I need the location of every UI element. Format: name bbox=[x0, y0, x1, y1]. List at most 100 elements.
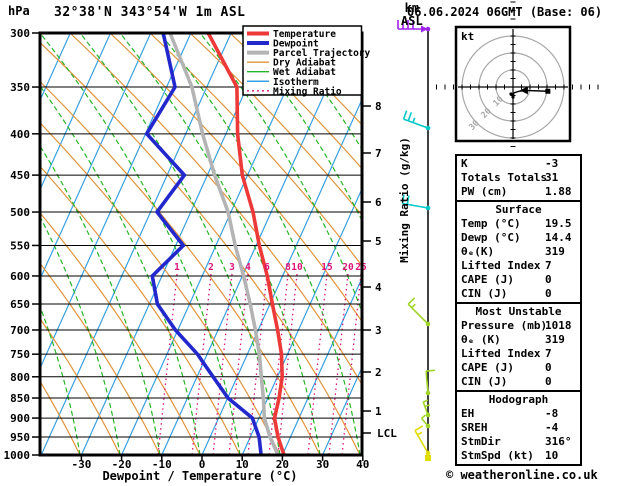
km-tick-label: 1 bbox=[375, 405, 382, 418]
indices-panel: Surface Temp (°C) 19.5 Dewp (°C) 14.4 θₑ(K) 31… bbox=[455, 200, 582, 304]
panel-row: PW (cm) 1.88 bbox=[457, 185, 580, 199]
surface-wind-marker bbox=[425, 455, 431, 461]
indices-panels: K -3 Totals Totals 31 PW (cm) 1.88 Surface Temp… bbox=[455, 154, 582, 466]
panel-row-value: -4 bbox=[545, 421, 559, 434]
panel-row: StmSpd (kt) 10 bbox=[457, 449, 580, 463]
pressure-tick-label: 650 bbox=[10, 298, 30, 311]
panel-header: Hodograph bbox=[488, 393, 549, 406]
km-asl-axis-label: km ASL bbox=[401, 2, 423, 28]
pressure-tick-label: 400 bbox=[10, 128, 30, 141]
panel-row-label: EH bbox=[461, 407, 475, 420]
km-tick-label: 6 bbox=[375, 196, 382, 209]
panel-row-label: Lifted Index bbox=[461, 347, 541, 360]
lcl-label: LCL bbox=[377, 427, 397, 440]
hodograph-plot: 102030 bbox=[427, 1, 599, 173]
panel-row: Lifted Index 7 bbox=[457, 259, 580, 273]
pressure-tick-label: 450 bbox=[10, 169, 30, 182]
panel-row-label: CIN (J) bbox=[461, 287, 508, 300]
panel-row-value: 14.4 bbox=[545, 231, 572, 244]
pressure-tick-label: 500 bbox=[10, 206, 30, 219]
panel-row-label: Totals Totals bbox=[461, 171, 548, 184]
panel-row-value: 319 bbox=[545, 333, 565, 346]
panel-row-label: K bbox=[461, 157, 468, 170]
km-tick-label: 2 bbox=[375, 366, 382, 379]
panel-row: CIN (J) 0 bbox=[457, 287, 580, 301]
panel-row-label: CIN (J) bbox=[461, 375, 508, 388]
mixing-ratio-value-label: 1 bbox=[174, 262, 180, 273]
panel-row: CAPE (J) 0 bbox=[457, 361, 580, 375]
mixing-ratio-value-label: 3 bbox=[229, 262, 235, 273]
km-tick-label: 5 bbox=[375, 235, 382, 248]
legend-item-label: Mixing Ratio bbox=[273, 86, 342, 97]
panel-row-label: StmDir bbox=[461, 435, 501, 448]
panel-row-value: 19.5 bbox=[545, 217, 572, 230]
panel-row-value: -3 bbox=[545, 157, 559, 170]
mixing-ratio-value-label: 15 bbox=[321, 262, 333, 273]
skewt-sounding-app: hPa 32°38'N 343°54'W 1m ASL 06.06.2024 0… bbox=[0, 0, 629, 486]
panel-row-value: 1018 bbox=[545, 319, 572, 332]
indices-panel: K -3 Totals Totals 31 PW (cm) 1.88 bbox=[455, 154, 582, 202]
mixing-ratio-value-label: 10 bbox=[291, 262, 303, 273]
mixing-ratio-value-label: 6 bbox=[264, 262, 270, 273]
mixing-ratio-value-label: 2 bbox=[208, 262, 214, 273]
chart-legend: TemperatureDewpointParcel TrajectoryDry … bbox=[242, 25, 371, 97]
pressure-tick-label: 600 bbox=[10, 270, 30, 283]
panel-row-value: 10 bbox=[545, 449, 559, 462]
km-tick-label: 7 bbox=[375, 147, 382, 160]
panel-row-value: -8 bbox=[545, 407, 559, 420]
panel-row-value: 319 bbox=[545, 245, 565, 258]
hodograph-unit-label: kt bbox=[461, 30, 475, 43]
km-tick-label: 3 bbox=[375, 324, 382, 337]
pressure-unit-label: hPa bbox=[8, 4, 30, 18]
panel-row-label: θₑ(K) bbox=[461, 245, 495, 258]
panel-row-label: StmSpd (kt) bbox=[461, 449, 534, 462]
panel-row: Temp (°C) 19.5 bbox=[457, 217, 580, 231]
asl-label: ASL bbox=[401, 14, 423, 28]
pressure-tick-label: 850 bbox=[10, 392, 30, 405]
datetime-label: 06.06.2024 06GMT (Base: 06) bbox=[407, 5, 603, 19]
panel-row-value: 7 bbox=[545, 347, 552, 360]
panel-row-label: CAPE (J) bbox=[461, 361, 514, 374]
panel-row: θₑ(K) 319 bbox=[457, 245, 580, 259]
panel-row-label: Lifted Index bbox=[461, 259, 541, 272]
panel-row-value: 7 bbox=[545, 259, 552, 272]
pressure-tick-label: 950 bbox=[10, 431, 30, 444]
panel-row-value: 1.88 bbox=[545, 185, 572, 198]
panel-row-value: 0 bbox=[545, 361, 552, 374]
panel-row: θₑ (K) 319 bbox=[457, 333, 580, 347]
panel-row: CAPE (J) 0 bbox=[457, 273, 580, 287]
panel-row: Dewp (°C) 14.4 bbox=[457, 231, 580, 245]
pressure-tick-label: 800 bbox=[10, 371, 30, 384]
panel-row-label: CAPE (J) bbox=[461, 273, 514, 286]
panel-row-value: 0 bbox=[545, 375, 552, 388]
indices-panel: Most Unstable Pressure (mb) 1018 θₑ (K) 319 L… bbox=[455, 302, 582, 392]
pressure-tick-label: 550 bbox=[10, 239, 30, 252]
panel-row-value: 316° bbox=[545, 435, 572, 448]
temperature-axis-label: Dewpoint / Temperature (°C) bbox=[102, 469, 298, 483]
dewpoint-curve bbox=[144, 33, 263, 455]
wind-barb bbox=[422, 399, 431, 418]
panel-row: Lifted Index 7 bbox=[457, 347, 580, 361]
panel-row-label: Temp (°C) bbox=[461, 217, 521, 230]
panel-row-label: Pressure (mb) bbox=[461, 319, 548, 332]
panel-row: SREH -4 bbox=[457, 421, 580, 435]
pressure-tick-label: 900 bbox=[10, 412, 30, 425]
pressure-tick-label: 700 bbox=[10, 324, 30, 337]
km-label: km bbox=[404, 1, 420, 15]
panel-row: Totals Totals 31 bbox=[457, 171, 580, 185]
panel-header: Surface bbox=[495, 203, 542, 216]
panel-row-label: θₑ (K) bbox=[461, 333, 501, 346]
panel-row-value: 31 bbox=[545, 171, 559, 184]
mixing-ratio-value-label: 20 bbox=[342, 262, 354, 273]
indices-panel: Hodograph EH -8 SREH -4 StmDir 316° StmSpd (kt)… bbox=[455, 390, 582, 466]
panel-row-label: PW (cm) bbox=[461, 185, 508, 198]
panel-row: EH -8 bbox=[457, 407, 580, 421]
hodograph-end-marker bbox=[545, 88, 551, 94]
pressure-tick-label: 350 bbox=[10, 81, 30, 94]
pressure-tick-label: 750 bbox=[10, 348, 30, 361]
pressure-tick-label: 300 bbox=[10, 27, 30, 40]
credit-text: © weatheronline.co.uk bbox=[446, 468, 598, 482]
panel-row: Pressure (mb) 1018 bbox=[457, 319, 580, 333]
panel-row-label: Dewp (°C) bbox=[461, 231, 521, 244]
wind-barb bbox=[425, 369, 436, 396]
